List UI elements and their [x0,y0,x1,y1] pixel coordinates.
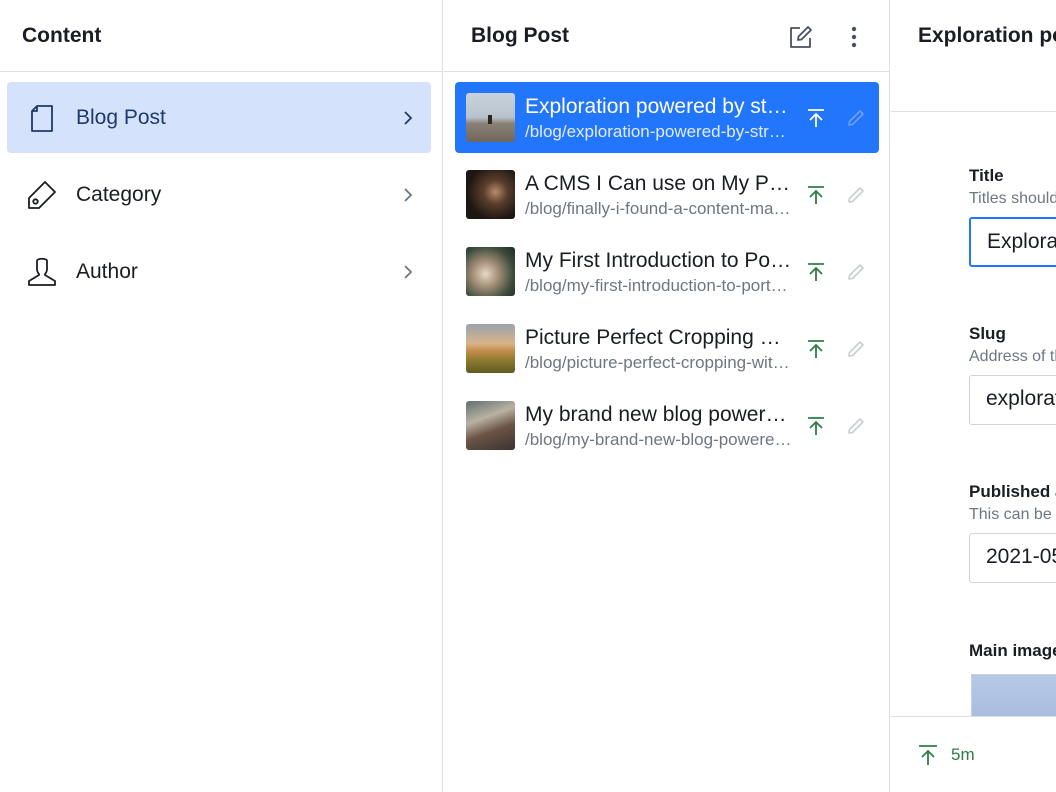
published-icon [808,109,824,127]
user-icon [28,257,56,286]
edit-pencil-icon [848,187,864,203]
document-list-item[interactable]: A CMS I Can use on My Projects /blog/fin… [455,159,879,230]
compose-icon [790,26,812,48]
type-item-label: Author [76,260,138,283]
figure-shape [488,115,492,124]
main-image-field: Main image [969,641,1056,661]
document-list-pane: Blog Post Exploration powered by structu… [444,0,890,792]
chevron-right-icon [404,111,413,125]
document-thumbnail [466,247,515,296]
document-title: My First Introduction to Portable Text [525,249,793,272]
document-slug: /blog/my-brand-new-blog-powered-by-sanit… [525,430,795,449]
type-item-blog-post[interactable]: Blog Post [7,82,431,153]
edit-pencil-icon [848,341,864,357]
slug-field-label: Slug [969,324,1006,343]
last-published-timestamp: 5m [951,745,975,764]
document-pane-title: Exploration powered by structured conten… [918,24,1056,47]
document-list-item[interactable]: My First Introduction to Portable Text /… [455,236,879,307]
document-icon [31,105,53,132]
tag-icon [28,181,56,209]
document-list-item[interactable]: Exploration powered by structured conten… [455,82,879,153]
content-pane-title: Content [22,24,102,47]
type-item-category[interactable]: Category [7,159,431,230]
title-input[interactable]: Exploration powered by structured conten… [969,217,1056,267]
title-field-label: Title [969,166,1004,185]
content-pane-header: Content [0,0,442,72]
document-thumbnail [466,93,515,142]
published-icon [808,263,824,281]
slug-field: Slug Address of the post exploration-pow… [969,324,1056,425]
document-list-item[interactable]: Picture Perfect Cropping with Hotspots /… [455,313,879,384]
document-title: My brand new blog powered by Sanity [525,403,793,426]
document-title: A CMS I Can use on My Projects [525,172,793,195]
compose-button[interactable] [785,21,817,53]
list-pane-header: Blog Post [444,0,889,72]
more-vertical-icon [851,26,857,48]
slug-field-description: Address of the post [969,348,1056,365]
slug-input[interactable]: exploration-powered-by-structured-conten… [969,375,1056,425]
document-thumbnail [466,324,515,373]
publish-icon [919,745,937,765]
edit-pencil-icon [848,418,864,434]
document-slug: /blog/finally-i-found-a-content-manageme… [525,199,795,218]
document-slug: /blog/exploration-powered-by-structured-… [525,122,795,141]
more-options-button[interactable] [838,21,870,53]
published-at-input[interactable]: 2021-05-12 [969,533,1056,583]
document-pane-header: Exploration powered by structured conten… [891,0,1056,112]
document-thumbnail [466,401,515,450]
published-at-field-label: Published at [969,482,1056,501]
edit-pencil-icon [848,264,864,280]
type-item-label: Blog Post [76,106,166,129]
content-pane: Content Blog Post Category Author [0,0,443,792]
main-image-field-label: Main image [969,641,1056,660]
type-item-author[interactable]: Author [7,236,431,307]
title-field-description: Titles should be catchy, descriptive, an… [969,190,1056,207]
edit-pencil-icon [848,110,864,126]
document-list-item[interactable]: My brand new blog powered by Sanity /blo… [455,390,879,461]
document-title: Picture Perfect Cropping with Hotspots [525,326,793,349]
published-icon [808,417,824,435]
document-slug: /blog/my-first-introduction-to-portable-… [525,276,795,295]
document-footer: 5m [891,716,1056,792]
chevron-right-icon [404,265,413,279]
title-field: Title Titles should be catchy, descripti… [969,166,1056,267]
published-icon [808,186,824,204]
document-slug: /blog/picture-perfect-cropping-with-hots… [525,353,795,372]
main-image-preview[interactable] [971,674,1056,716]
document-title: Exploration powered by structured conten… [525,95,793,118]
published-at-field: Published at This can be used to schedul… [969,482,1056,583]
chevron-right-icon [404,188,413,202]
document-thumbnail [466,170,515,219]
document-editor-pane: Exploration powered by structured conten… [891,0,1056,792]
list-pane-title: Blog Post [471,24,569,47]
published-at-field-description: This can be used to schedule post for pu… [969,506,1056,523]
published-icon [808,340,824,358]
type-item-label: Category [76,183,162,206]
